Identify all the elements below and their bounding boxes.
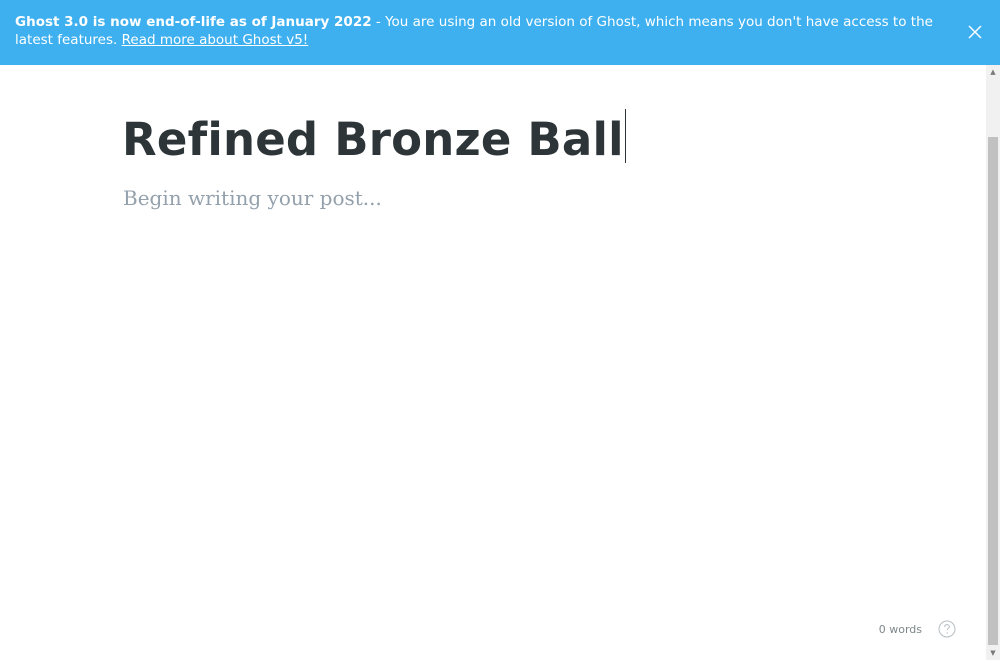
eol-notification-banner: Ghost 3.0 is now end-of-life as of Janua… [0, 0, 1000, 65]
post-title-input[interactable]: Refined Bronze Ball [122, 109, 626, 168]
close-icon[interactable] [964, 21, 986, 43]
scroll-up-arrow-icon[interactable]: ▲ [986, 65, 1000, 79]
scroll-down-arrow-icon[interactable]: ▼ [986, 646, 1000, 660]
word-count: 0 words [878, 622, 922, 636]
banner-headline: Ghost 3.0 is now end-of-life as of Janua… [15, 14, 372, 30]
read-more-link[interactable]: Read more about Ghost v5! [122, 32, 309, 48]
question-mark-circle-icon[interactable] [938, 620, 956, 638]
scrollbar-thumb[interactable] [988, 137, 998, 645]
editor-footer: 0 words [879, 620, 956, 638]
text-caret [624, 109, 626, 163]
post-title-text: Refined Bronze Ball [122, 113, 624, 166]
post-body-editor[interactable]: Begin writing your post... [123, 185, 382, 211]
post-editor: Refined Bronze Ball Begin writing your p… [0, 65, 986, 660]
vertical-scrollbar[interactable]: ▲ ▼ [986, 65, 1000, 660]
